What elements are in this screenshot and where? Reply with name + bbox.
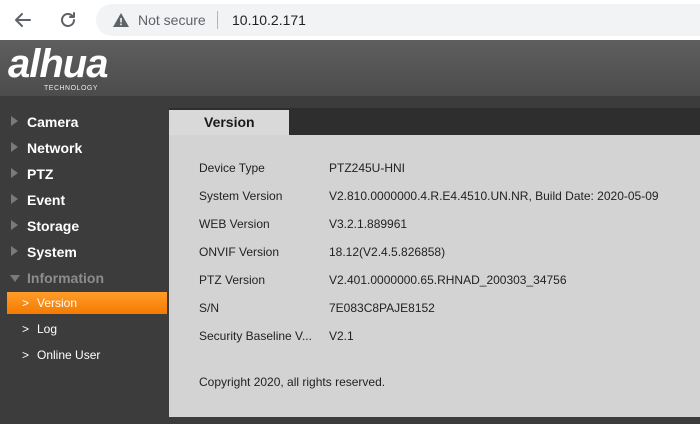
caret-down-icon xyxy=(10,275,20,282)
caret-right-icon xyxy=(11,220,18,230)
device-type-label: Device Type xyxy=(199,161,265,175)
system-version-value: V2.810.0000000.4.R.E4.4510.UN.NR, Build … xyxy=(329,189,659,203)
chevron-right-icon: > xyxy=(22,322,30,336)
reload-icon[interactable] xyxy=(54,6,82,34)
sidebar-item-label: PTZ xyxy=(27,166,54,182)
address-bar[interactable]: Not secure 10.10.2.171 xyxy=(96,4,700,36)
content-top-spacer xyxy=(169,96,700,108)
ptz-version-value: V2.401.0000000.65.RHNAD_200303_34756 xyxy=(329,273,567,287)
device-type-value: PTZ245U-HNI xyxy=(329,161,406,175)
sidebar-subitem-label: Log xyxy=(37,322,58,336)
serial-number-label: S/N xyxy=(199,301,220,315)
sidebar-item-label: Storage xyxy=(27,218,80,234)
sidebar-subitem-online-user[interactable]: > Online User xyxy=(7,344,167,366)
sidebar-item-information[interactable]: Information xyxy=(0,265,169,291)
caret-right-icon xyxy=(11,168,18,178)
sidebar-item-camera[interactable]: Camera xyxy=(0,109,169,135)
url-text[interactable]: 10.10.2.171 xyxy=(232,12,306,28)
sidebar-item-network[interactable]: Network xyxy=(0,135,169,161)
version-panel: Device Type PTZ245U-HNI System Version V… xyxy=(169,135,700,417)
copyright-text: Copyright 2020, all rights reserved. xyxy=(199,375,386,389)
sidebar-subitem-label: Version xyxy=(37,296,78,310)
sidebar-item-system[interactable]: System xyxy=(0,239,169,265)
tab-version[interactable]: Version xyxy=(169,110,289,135)
chevron-right-icon: > xyxy=(22,348,30,362)
tab-label: Version xyxy=(204,114,255,130)
web-version-label: WEB Version xyxy=(199,217,270,231)
web-version-value: V3.2.1.889961 xyxy=(329,217,408,231)
ptz-version-label: PTZ Version xyxy=(199,273,266,287)
caret-right-icon xyxy=(11,246,18,256)
chevron-right-icon: > xyxy=(22,296,30,310)
serial-number-value: 7E083C8PAJE8152 xyxy=(329,301,435,315)
sidebar-item-label: Event xyxy=(27,192,66,208)
sidebar-item-label: Network xyxy=(27,140,83,156)
sidebar-item-storage[interactable]: Storage xyxy=(0,213,169,239)
back-arrow-icon[interactable] xyxy=(9,6,37,34)
onvif-version-label: ONVIF Version xyxy=(199,245,280,259)
onvif-version-value: 18.12(V2.4.5.826858) xyxy=(329,245,446,259)
security-baseline-label: Security Baseline V... xyxy=(199,329,312,343)
system-version-label: System Version xyxy=(199,189,283,203)
sidebar-item-label: System xyxy=(27,244,77,260)
dahua-logo: alhua TECHNOLOGY xyxy=(8,42,148,92)
sidebar-item-label: Camera xyxy=(27,114,79,130)
warning-icon[interactable] xyxy=(112,11,130,29)
sidebar-item-event[interactable]: Event xyxy=(0,187,169,213)
address-divider xyxy=(217,11,218,29)
caret-right-icon xyxy=(11,116,18,126)
sidebar-item-ptz[interactable]: PTZ xyxy=(0,161,169,187)
security-baseline-value: V2.1 xyxy=(329,329,354,343)
logo-wordmark: alhua xyxy=(8,42,108,86)
sidebar-item-label: Information xyxy=(27,270,104,286)
app-header: alhua TECHNOLOGY xyxy=(0,40,700,96)
sidebar-subitem-label: Online User xyxy=(37,348,101,362)
sidebar: Camera Network PTZ Event Storage System … xyxy=(0,96,169,424)
sidebar-subitem-version[interactable]: > Version xyxy=(7,292,167,314)
not-secure-label[interactable]: Not secure xyxy=(138,12,206,28)
sidebar-subitem-log[interactable]: > Log xyxy=(7,318,167,340)
caret-right-icon xyxy=(11,194,18,204)
logo-tagline: TECHNOLOGY xyxy=(44,85,99,92)
browser-toolbar: Not secure 10.10.2.171 xyxy=(0,0,700,40)
caret-right-icon xyxy=(11,142,18,152)
